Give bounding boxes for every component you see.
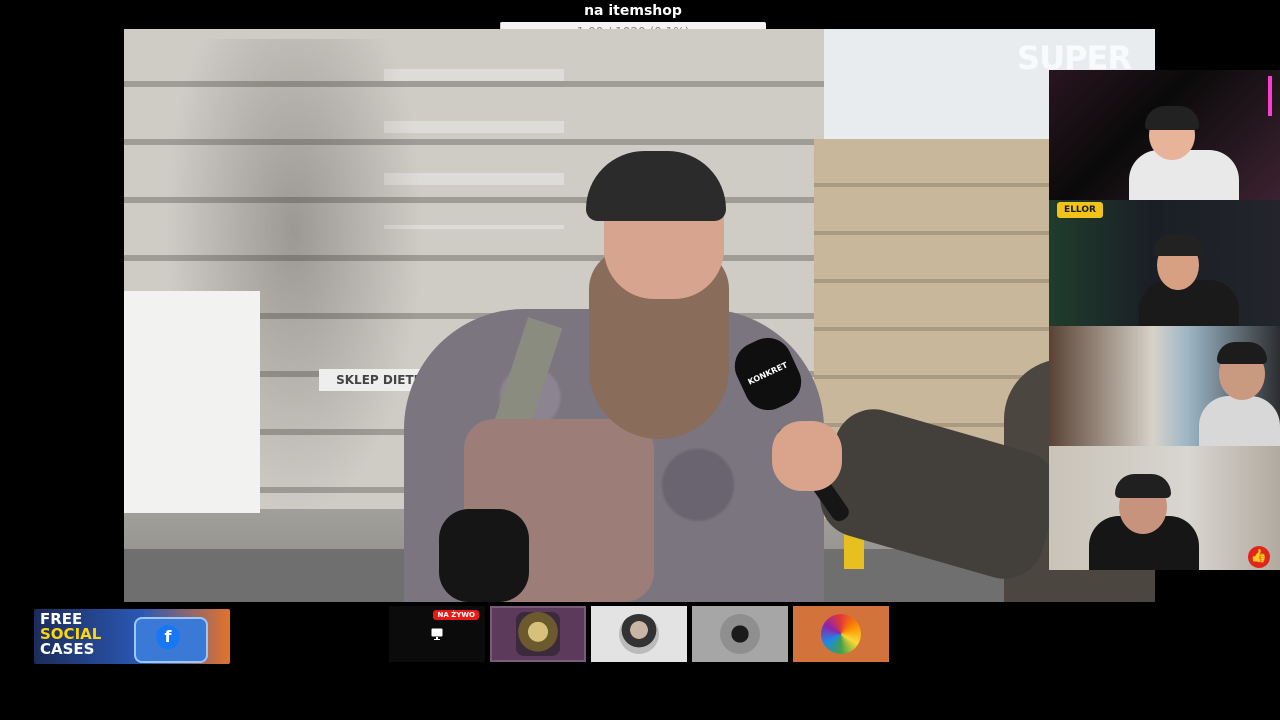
promo-banner[interactable]: FREE SOCIAL CASES f [34, 609, 230, 664]
webcam-2-sticker: ELLOR [1057, 202, 1103, 218]
interviewer-hand [772, 421, 842, 491]
main-video[interactable]: SKLEP DIETE KONKRET SUPER [124, 29, 1155, 602]
webcam-3-streamer-body [1199, 396, 1280, 446]
facebook-icon: f [156, 625, 180, 649]
streamer-avatar-icon [516, 612, 560, 656]
promo-text: FREE SOCIAL CASES [40, 612, 120, 657]
live-badge: NA ŻYWO [433, 610, 479, 620]
webcam-4[interactable]: 👍 [1049, 446, 1280, 570]
headphones-icon [1145, 106, 1199, 130]
tile-streamer-2[interactable] [591, 606, 687, 662]
screen-share-icon [431, 628, 443, 640]
headphones-icon [1115, 474, 1171, 498]
interviewee-glove [439, 509, 529, 602]
streamer-avatar-icon [619, 614, 659, 654]
headphones-icon [1217, 342, 1267, 364]
neon-light [1268, 76, 1272, 116]
streamer-avatar-icon [821, 614, 861, 654]
tile-screen-share[interactable]: NA ŻYWO [389, 606, 485, 662]
webcam-1-streamer-body [1129, 150, 1239, 200]
webcam-3[interactable] [1049, 326, 1280, 446]
headphones-icon [1153, 234, 1203, 256]
webcam-2-streamer-body [1139, 280, 1239, 326]
webcam-2[interactable]: ELLOR [1049, 200, 1280, 326]
streamer-avatar-icon [720, 614, 760, 654]
tile-streamer-3[interactable] [692, 606, 788, 662]
video-van [124, 291, 260, 513]
tile-streamer-1[interactable] [490, 606, 586, 662]
promo-line-3: CASES [40, 640, 95, 658]
interviewee-hat [586, 151, 726, 221]
tile-streamer-4[interactable] [793, 606, 889, 662]
goal-title: na itemshop [584, 3, 682, 19]
thumbs-up-icon: 👍 [1248, 546, 1270, 568]
webcam-1[interactable] [1049, 70, 1280, 200]
